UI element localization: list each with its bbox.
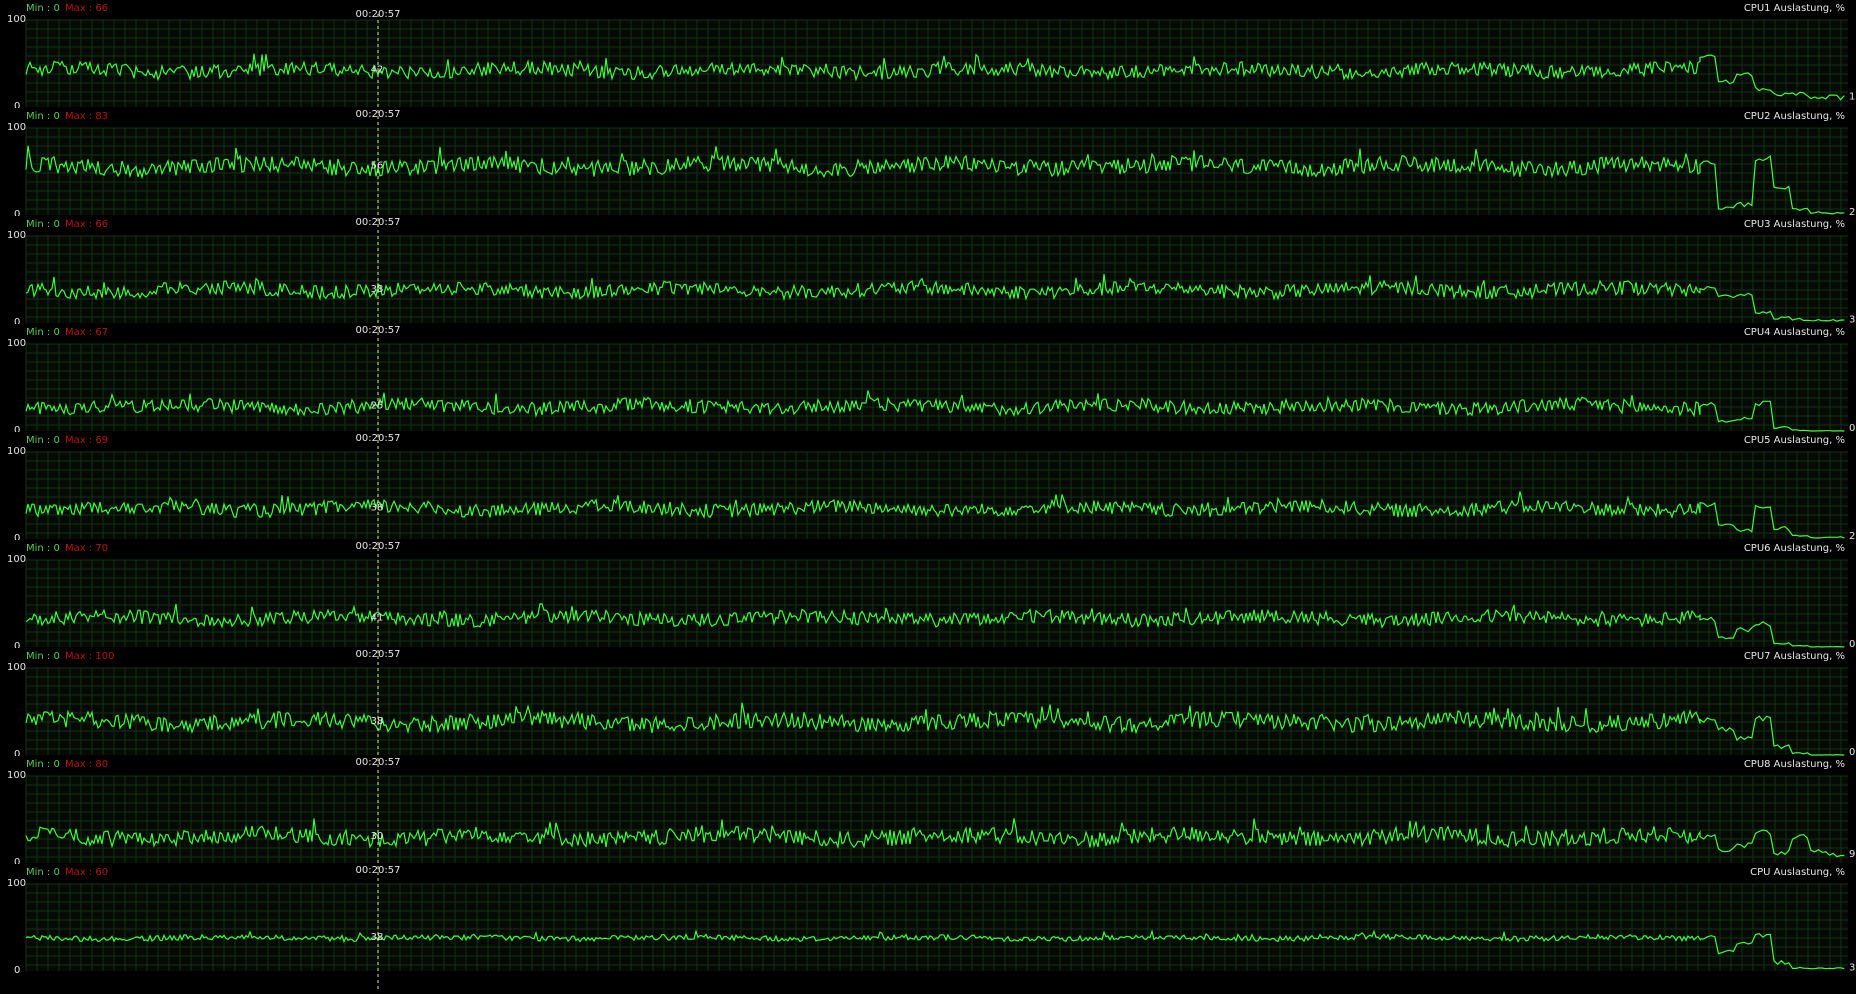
end-value: 11 [1849,91,1856,102]
y-tick-max: 100 [7,662,26,673]
max-label: Max : 69 [65,435,108,446]
series-title: CPU1 Auslastung, % [1744,3,1845,14]
series-title: CPU4 Auslastung, % [1744,327,1845,338]
panel-header-bg [0,648,1856,666]
series-title: CPU Auslastung, % [1750,867,1845,878]
panel-header-bg [0,324,1856,342]
plot-area [26,344,1848,431]
min-label: Min : 0 [26,759,60,770]
cursor-value: 41 [371,612,384,623]
panel-header-bg [0,864,1856,882]
min-label: Min : 0 [26,3,60,14]
series-title: CPU8 Auslastung, % [1744,759,1845,770]
cpu-graphs-svg: Min : 0 Max : 66 CPU1 Auslastung, %00:20:5… [0,0,1856,990]
y-tick-max: 100 [7,338,26,349]
series-title: CPU3 Auslastung, % [1744,219,1845,230]
y-tick-max: 100 [7,122,26,133]
cursor-value: 42 [371,64,384,75]
end-value: 3 [1849,962,1855,973]
max-label: Max : 80 [65,759,108,770]
panel-header-bg [0,0,1856,18]
end-value: 9 [1849,849,1855,860]
plot-area [26,776,1848,863]
panel-header-bg [0,216,1856,234]
panel-header-bg [0,540,1856,558]
cursor-value: 25 [371,401,384,412]
y-tick-max: 100 [7,230,26,241]
series-title: CPU2 Auslastung, % [1744,111,1845,122]
series-title: CPU5 Auslastung, % [1744,435,1845,446]
y-tick-max: 100 [7,770,26,781]
y-tick-max: 100 [7,446,26,457]
plot-area [26,884,1848,971]
min-label: Min : 0 [26,651,60,662]
max-label: Max : 67 [65,327,108,338]
plot-area [26,236,1848,323]
max-label: Max : 66 [65,3,108,14]
cursor-value: 38 [371,284,384,295]
max-label: Max : 70 [65,543,108,554]
plot-area [26,560,1848,647]
min-label: Min : 0 [26,435,60,446]
min-label: Min : 0 [26,111,60,122]
plot-area [26,128,1848,215]
cursor-value: 38 [371,503,384,514]
series-title: CPU7 Auslastung, % [1744,651,1845,662]
panel-header-bg [0,108,1856,126]
min-label: Min : 0 [26,327,60,338]
y-tick-max: 100 [7,554,26,565]
y-tick-max: 100 [7,14,26,25]
panel-header-bg [0,432,1856,450]
cpu-usage-monitor: Min : 0 Max : 66 CPU1 Auslastung, % 00:20:5… [0,0,1856,990]
max-label: Max : 83 [65,111,108,122]
min-label: Min : 0 [26,867,60,878]
max-label: Max : 60 [65,867,108,878]
series-title: CPU6 Auslastung, % [1744,543,1845,554]
plot-area [26,668,1848,755]
y-tick-max: 100 [7,878,26,889]
cursor-value: 30 [371,831,384,842]
panel-header-bg [0,756,1856,774]
min-label: Min : 0 [26,219,60,230]
end-value: 3 [1849,314,1855,325]
cursor-value: 56 [371,160,384,171]
min-label: Min : 0 [26,543,60,554]
y-tick-min: 0 [14,965,20,976]
max-label: Max : 66 [65,219,108,230]
max-label: Max : 100 [65,651,115,662]
plot-area [26,452,1848,539]
cursor-value: 38 [371,932,384,943]
cursor-value: 38 [371,716,384,727]
